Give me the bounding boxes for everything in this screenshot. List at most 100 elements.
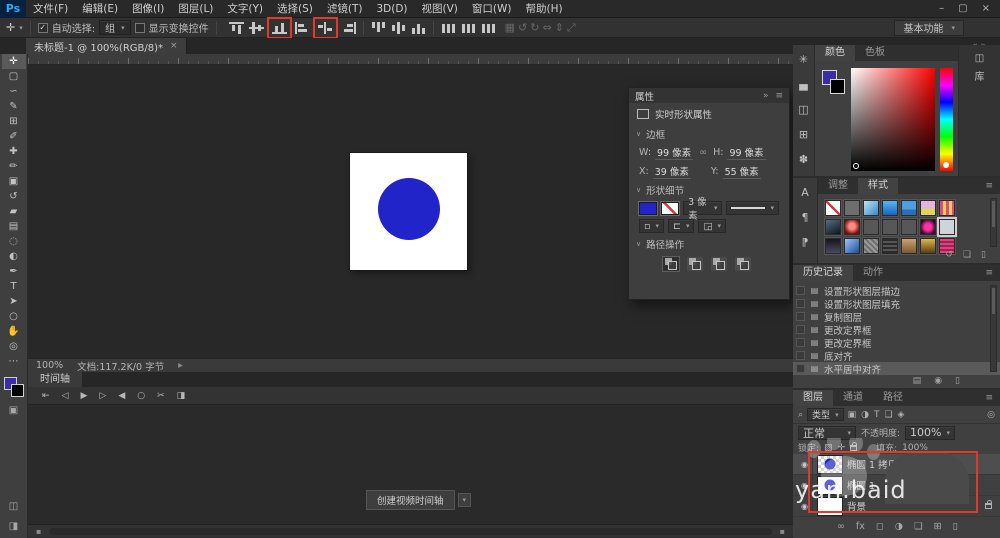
workspace-switcher[interactable]: 基本功能 ▾ — [894, 19, 964, 36]
info-panel-icon[interactable]: ◫ — [798, 103, 808, 116]
menu-item[interactable]: 3D(D) — [369, 0, 414, 18]
style-swatch[interactable] — [862, 199, 880, 217]
menu-item[interactable]: 选择(S) — [270, 0, 320, 18]
style-swatch[interactable] — [919, 218, 937, 236]
shape-detail-section-header[interactable]: ∨ 形状细节 — [629, 181, 789, 199]
toolbar-color-swatches[interactable] — [3, 377, 25, 399]
blue-circle-shape[interactable] — [377, 178, 440, 240]
height-value[interactable]: 99 像素 — [727, 145, 766, 160]
menu-item[interactable]: 文件(F) — [26, 0, 75, 18]
tab-channels[interactable]: 通道 — [833, 390, 873, 406]
hue-slider-dot[interactable] — [942, 162, 949, 168]
styles-scrollbar[interactable] — [990, 198, 997, 247]
history-state[interactable]: ▤ 底对齐 — [793, 349, 1000, 363]
link-dimensions-icon[interactable]: ∞ — [699, 147, 707, 158]
create-timeline-caret-icon[interactable]: ▾ — [457, 493, 472, 507]
layer-row[interactable]: ◉ 椭圆 1 — [793, 474, 1000, 496]
style-swatch[interactable] — [843, 218, 861, 236]
history-set-source-checkbox[interactable] — [796, 351, 805, 360]
subtract-front-shape-op[interactable] — [687, 257, 703, 271]
style-swatch[interactable] — [843, 199, 861, 217]
layer-name[interactable]: 椭圆 1 拷贝 — [847, 457, 996, 471]
distribute-horizontal-centers-icon[interactable] — [460, 21, 476, 34]
eyedropper-tool[interactable]: ✐ — [2, 129, 26, 144]
history-state[interactable]: ▤ 复制图层 — [793, 310, 1000, 324]
collapse-panel-icon[interactable]: » — [763, 91, 769, 101]
background-color-swatch[interactable] — [10, 384, 24, 397]
fill-value[interactable]: 100% — [902, 443, 928, 453]
character-panel-icon[interactable]: A — [801, 186, 809, 199]
lock-all-icon[interactable] — [850, 441, 858, 451]
eraser-tool[interactable]: ▰ — [2, 204, 26, 219]
hand-tool[interactable]: ✋ — [2, 324, 26, 339]
status-arrow-icon[interactable]: ▸ — [178, 360, 183, 371]
delete-layer-icon[interactable]: ▯ — [953, 521, 958, 532]
brush-tool[interactable]: ✏ — [2, 159, 26, 174]
healing-brush-tool[interactable]: ✚ — [2, 144, 26, 159]
history-state[interactable]: ▤ 更改定界框 — [793, 323, 1000, 337]
auto-select-dropdown[interactable]: 组 ▾ — [99, 20, 131, 35]
path-selection-tool[interactable]: ➤ — [2, 294, 26, 309]
distribute-left-edges-icon[interactable] — [440, 21, 456, 34]
history-state[interactable]: ▤ 更改定界框 — [793, 336, 1000, 350]
blend-mode-dropdown[interactable]: 正常 ▾ — [798, 425, 856, 440]
style-swatch[interactable] — [881, 199, 899, 217]
lasso-tool[interactable]: ∽ — [2, 84, 26, 99]
document-canvas[interactable] — [350, 153, 467, 270]
align-horizontal-centers-icon[interactable] — [317, 21, 333, 34]
layer-style-icon[interactable]: fx — [856, 521, 865, 532]
stroke-caps-dropdown[interactable]: ⊏ ▾ — [667, 219, 695, 233]
tool-preset-caret-icon[interactable]: ▾ — [19, 24, 23, 32]
timeline-zoom-in-icon[interactable]: ▪ — [780, 527, 785, 536]
style-swatch[interactable] — [900, 199, 918, 217]
quick-selection-tool[interactable]: ✎ — [2, 99, 26, 114]
timeline-scrollbar[interactable]: ▪ ▪ — [28, 524, 793, 537]
history-state[interactable]: ▤ 设置形状图层填充 — [793, 297, 1000, 311]
style-swatch[interactable] — [881, 218, 899, 236]
split-clip-button[interactable]: ✂ — [157, 391, 165, 401]
menu-item[interactable]: 图层(L) — [171, 0, 220, 18]
dodge-tool[interactable]: ◐ — [2, 249, 26, 264]
style-swatch[interactable] — [937, 217, 957, 237]
stroke-width-dropdown[interactable]: 3 像素 ▾ — [683, 197, 723, 222]
style-swatch[interactable] — [881, 237, 899, 255]
gradient-tool[interactable]: ▤ — [2, 219, 26, 234]
play-button[interactable]: ▶ — [80, 391, 87, 401]
audio-mute-button[interactable]: ◀ — [118, 391, 125, 401]
zoom-level[interactable]: 100% — [36, 360, 63, 371]
auto-align-layers-icon[interactable]: ▦ — [505, 21, 515, 34]
adjustment-layer-icon[interactable]: ◑ — [895, 521, 903, 532]
style-swatch[interactable] — [824, 218, 842, 236]
align-bottom-edges-icon[interactable] — [271, 21, 287, 34]
layer-visibility-eye-icon[interactable]: ◉ — [797, 453, 813, 475]
style-swatch[interactable] — [824, 237, 842, 255]
lock-transparent-icon[interactable]: ▨ — [824, 443, 833, 453]
width-value[interactable]: 99 像素 — [655, 145, 694, 160]
color-picker-dot[interactable] — [852, 163, 859, 169]
distribute-bottom-edges-icon[interactable] — [410, 21, 426, 34]
show-transform-checkbox[interactable] — [134, 22, 145, 33]
style-swatch[interactable] — [900, 237, 918, 255]
history-set-source-checkbox[interactable] — [796, 299, 805, 308]
next-frame-button[interactable]: ▷ — [99, 391, 106, 401]
create-video-timeline-button[interactable]: 创建视频时间轴 — [366, 490, 455, 510]
close-button[interactable]: × — [982, 3, 990, 14]
tab-paths[interactable]: 路径 — [873, 390, 913, 406]
layer-row[interactable]: ◉ 椭圆 1 拷贝 — [793, 453, 1000, 475]
style-swatch[interactable] — [824, 199, 842, 217]
clear-style-icon[interactable]: ↺ — [945, 250, 953, 260]
libraries-panel-icon[interactable]: ◫ — [975, 53, 984, 64]
3d-scale-icon[interactable]: ⤢ — [567, 21, 576, 35]
history-set-source-checkbox[interactable] — [796, 338, 805, 347]
x-value[interactable]: 39 像素 — [652, 164, 691, 179]
delete-style-icon[interactable]: ▯ — [981, 250, 986, 260]
menu-item[interactable]: 窗口(W) — [465, 0, 519, 18]
loop-playback-button[interactable]: ○ — [137, 391, 145, 401]
distribute-top-edges-icon[interactable] — [370, 21, 386, 34]
tab-adjustments[interactable]: 调整 — [818, 178, 858, 194]
stroke-align-dropdown[interactable]: ▫ ▾ — [639, 219, 664, 233]
path-operations-section-header[interactable]: ∨ 路径操作 — [629, 235, 789, 253]
opacity-dropdown[interactable]: 100% ▾ — [905, 425, 956, 440]
style-swatch[interactable] — [919, 237, 937, 255]
pen-tool[interactable]: ✒ — [2, 264, 26, 279]
